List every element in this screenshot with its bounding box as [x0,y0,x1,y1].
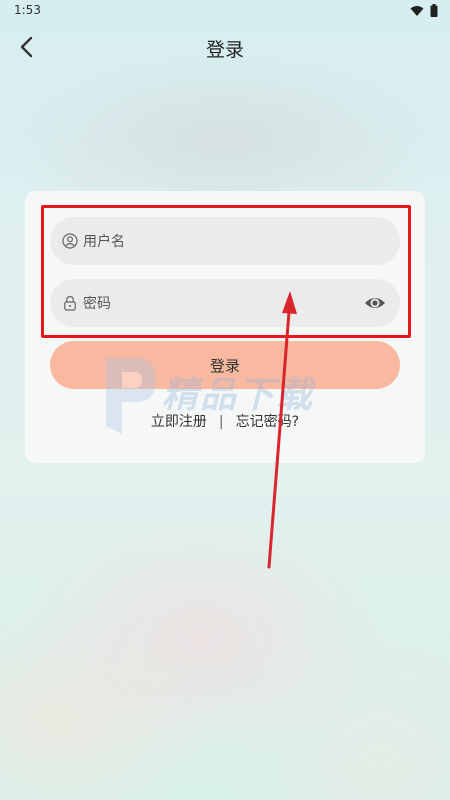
auth-links: 立即注册 | 忘记密码? [25,411,425,431]
username-field[interactable]: 用户名 [50,217,400,265]
eye-icon[interactable] [364,293,386,313]
register-link[interactable]: 立即注册 [151,414,207,430]
header: 登录 [0,22,450,74]
login-card: 用户名 密码 登录 立即注册 | 忘记密码? [25,191,425,463]
forgot-password-link[interactable]: 忘记密码? [236,414,299,430]
password-placeholder: 密码 [83,296,111,312]
login-button[interactable]: 登录 [50,341,400,389]
battery-icon [430,4,438,17]
page-title: 登录 [205,39,244,61]
password-field[interactable]: 密码 [50,279,400,327]
status-icons [410,4,438,17]
status-time: 1:53 [14,3,41,17]
username-placeholder: 用户名 [83,234,125,250]
user-icon [62,233,78,249]
wifi-icon [410,5,424,16]
status-bar: 1:53 [0,0,450,22]
link-separator: | [218,414,224,430]
lock-icon [64,295,76,311]
